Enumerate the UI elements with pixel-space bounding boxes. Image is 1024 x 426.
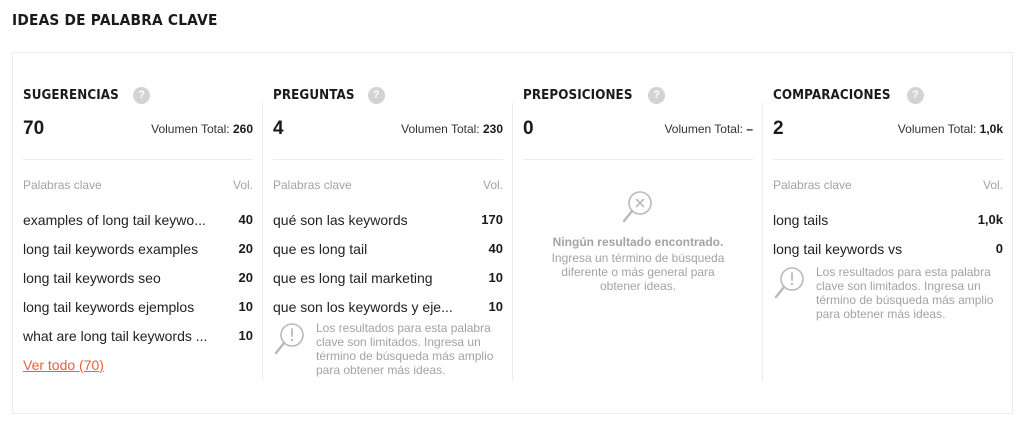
keyword-list: qué son las keywords 170 que es long tai… [273,205,503,321]
search-alert-icon [274,323,304,355]
keyword-volume: 170 [481,212,503,227]
see-all-link[interactable]: Ver todo (70) [23,357,104,373]
keyword-volume: 0 [995,241,1003,256]
divider [773,159,1003,160]
keyword-list: long tails 1,0k long tail keywords vs 0 [773,205,1003,263]
keyword-link[interactable]: long tails [773,212,828,228]
list-header: Palabras clave Vol. [23,178,253,192]
keyword-row: what are long tail keywords ... 10 [23,321,253,350]
keyword-link[interactable]: que son los keywords y eje... [273,299,453,315]
keyword-row: que son los keywords y eje... 10 [273,292,503,321]
notice-text: Los resultados para esta palabra clave s… [816,265,994,321]
total-volume-value: – [746,122,753,136]
keyword-list: examples of long tail keywo... 40 long t… [23,205,253,350]
keyword-volume: 40 [488,241,503,256]
column-suggestions: SUGERENCIAS ? 70 Volumen Total: 260 Pala… [13,53,263,413]
column-comparisons: COMPARACIONES ? 2 Volumen Total: 1,0k Pa… [763,53,1013,413]
help-icon[interactable]: ? [133,87,151,104]
total-volume: Volumen Total: – [664,122,753,136]
keyword-volume: 20 [238,241,253,256]
keyword-link[interactable]: long tail keywords seo [23,270,161,286]
search-alert-icon [774,267,804,299]
keyword-link[interactable]: que es long tail [273,241,367,257]
column-title: SUGERENCIAS [23,88,119,103]
keyword-row: long tail keywords seo 20 [23,263,253,292]
total-volume-value: 1,0k [979,122,1003,136]
total-volume-label: Volumen Total: [401,122,480,136]
page-title: IDEAS DE PALABRA CLAVE [12,11,218,29]
keyword-link[interactable]: long tail keywords vs [773,241,902,257]
list-header: Palabras clave Vol. [773,178,1003,192]
total-volume-label: Volumen Total: [151,122,230,136]
column-questions: PREGUNTAS ? 4 Volumen Total: 230 Palabra… [263,53,513,413]
total-volume: Volumen Total: 1,0k [898,122,1003,136]
empty-state: Ningún resultado encontrado. Ingresa un … [523,189,753,293]
column-header: SUGERENCIAS ? [23,87,151,104]
keyword-row: long tail keywords vs 0 [773,234,1003,263]
list-header-keyword: Palabras clave [23,178,102,192]
empty-state-title: Ningún resultado encontrado. [552,235,724,249]
list-header-volume: Vol. [232,178,253,192]
keyword-ideas-panel: SUGERENCIAS ? 70 Volumen Total: 260 Pala… [12,52,1013,414]
keyword-volume: 10 [238,328,253,343]
column-header: PREPOSICIONES ? [523,87,666,104]
column-title: PREPOSICIONES [523,88,633,103]
column-prepositions: PREPOSICIONES ? 0 Volumen Total: – Ningú… [513,53,763,413]
total-volume: Volumen Total: 260 [151,122,253,136]
list-header-keyword: Palabras clave [773,178,852,192]
result-count: 0 [523,118,534,139]
column-header: PREGUNTAS ? [273,87,385,104]
total-volume: Volumen Total: 230 [401,122,503,136]
keyword-row: long tail keywords ejemplos 10 [23,292,253,321]
divider [273,159,503,160]
total-volume-label: Volumen Total: [664,122,743,136]
keyword-row: examples of long tail keywo... 40 [23,205,253,234]
keyword-row: que es long tail marketing 10 [273,263,503,292]
empty-state-text: Ingresa un término de búsqueda diferente… [551,251,725,293]
limited-results-notice: Los resultados para esta palabra clave s… [273,321,503,377]
keyword-link[interactable]: what are long tail keywords ... [23,328,207,344]
help-icon[interactable]: ? [648,87,666,104]
result-count: 4 [273,118,284,139]
result-count: 70 [23,118,45,139]
list-header-volume: Vol. [982,178,1003,192]
divider [523,159,753,160]
keyword-volume: 10 [238,299,253,314]
help-icon[interactable]: ? [367,87,385,104]
keyword-volume: 20 [238,270,253,285]
keyword-link[interactable]: qué son las keywords [273,212,408,228]
list-header-volume: Vol. [482,178,503,192]
keyword-link[interactable]: long tail keywords ejemplos [23,299,194,315]
keyword-row: long tail keywords examples 20 [23,234,253,263]
keyword-volume: 10 [488,299,503,314]
column-title: COMPARACIONES [773,88,891,103]
list-header-keyword: Palabras clave [273,178,352,192]
limited-results-notice: Los resultados para esta palabra clave s… [773,265,1003,321]
total-volume-value: 230 [482,122,503,136]
keyword-link[interactable]: que es long tail marketing [273,270,433,286]
result-count: 2 [773,118,784,139]
keyword-volume: 40 [238,212,253,227]
divider [23,159,253,160]
keyword-volume: 1,0k [977,212,1003,227]
list-header: Palabras clave Vol. [273,178,503,192]
keyword-link[interactable]: examples of long tail keywo... [23,212,206,228]
column-header: COMPARACIONES ? [773,87,924,104]
total-volume-value: 260 [232,122,253,136]
keyword-row: que es long tail 40 [273,234,503,263]
column-title: PREGUNTAS [273,88,355,103]
search-x-icon [622,191,652,223]
keyword-row: long tails 1,0k [773,205,1003,234]
keyword-volume: 10 [488,270,503,285]
total-volume-label: Volumen Total: [897,122,977,136]
keyword-row: qué son las keywords 170 [273,205,503,234]
keyword-link[interactable]: long tail keywords examples [23,241,198,257]
notice-text: Los resultados para esta palabra clave s… [316,321,494,377]
help-icon[interactable]: ? [906,87,924,104]
